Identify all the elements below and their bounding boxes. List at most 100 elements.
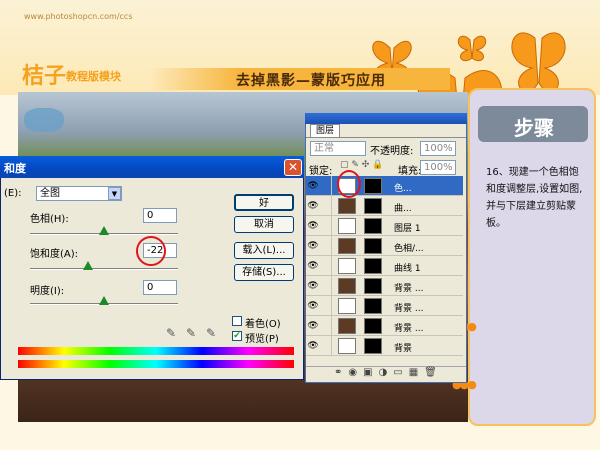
layer-name: 图层 1 bbox=[394, 224, 421, 234]
layer-name: 色... bbox=[394, 184, 412, 194]
link-cell[interactable] bbox=[320, 336, 332, 356]
layer-thumbnail bbox=[338, 278, 356, 294]
divider bbox=[306, 137, 466, 138]
link-cell[interactable] bbox=[320, 196, 332, 216]
saturation-slider-track[interactable] bbox=[30, 268, 178, 270]
layer-row[interactable]: 👁 色相/... bbox=[306, 236, 463, 256]
hue-input[interactable]: 0 bbox=[143, 208, 177, 223]
eye-icon[interactable]: 👁 bbox=[306, 196, 320, 216]
lock-icons[interactable]: ▢ ✎ ✣ 🔒 bbox=[340, 160, 383, 170]
annotation-circle bbox=[136, 236, 166, 266]
eyedropper-plus-icon[interactable]: ✎ bbox=[186, 326, 196, 340]
layer-mask-thumbnail bbox=[364, 218, 382, 234]
layer-row[interactable]: 👁 背景 ... bbox=[306, 296, 463, 316]
eye-icon[interactable]: 👁 bbox=[306, 176, 320, 196]
save-button[interactable]: 存储(S)... bbox=[234, 264, 294, 281]
layer-thumbnail bbox=[338, 298, 356, 314]
layer-name: 色相/... bbox=[394, 244, 424, 254]
fill-input[interactable]: 100% bbox=[420, 160, 456, 175]
eyedropper-minus-icon[interactable]: ✎ bbox=[206, 326, 216, 340]
layer-mask-thumbnail bbox=[364, 318, 382, 334]
lightness-input[interactable]: 0 bbox=[143, 280, 177, 295]
colorize-label: 着色(O) bbox=[245, 319, 281, 330]
layer-mask-thumbnail bbox=[364, 278, 382, 294]
edit-select[interactable]: 全图 ▼ bbox=[36, 186, 122, 201]
lightness-slider-thumb[interactable] bbox=[99, 296, 109, 305]
hue-slider-thumb[interactable] bbox=[99, 226, 109, 235]
preview-label: 预览(P) bbox=[245, 334, 279, 345]
hue-spectrum-bar bbox=[18, 347, 294, 355]
layer-mask-thumbnail bbox=[364, 338, 382, 354]
opacity-input[interactable]: 100% bbox=[420, 141, 456, 156]
step-description: 16、现建一个色相饱和度调整层,设置如图,并与下层建立剪贴蒙板。 bbox=[486, 167, 583, 229]
close-button[interactable]: ✕ bbox=[284, 159, 302, 176]
lock-label: 锁定: bbox=[309, 166, 333, 177]
ok-button[interactable]: 好 bbox=[234, 194, 294, 211]
layer-thumbnail bbox=[338, 198, 356, 214]
layer-thumbnail bbox=[338, 338, 356, 354]
page-title: 去掉黑影—蒙版巧应用 bbox=[236, 73, 386, 89]
link-cell[interactable] bbox=[320, 256, 332, 276]
colorize-checkbox[interactable] bbox=[232, 316, 242, 326]
step-title: 步骤 bbox=[514, 116, 554, 140]
blend-mode-select[interactable]: 正常 bbox=[310, 141, 366, 156]
eye-icon[interactable]: 👁 bbox=[306, 236, 320, 256]
lightness-label: 明度(I): bbox=[30, 286, 65, 297]
layer-mask-thumbnail bbox=[364, 178, 382, 194]
layer-row[interactable]: 👁 色... bbox=[306, 176, 463, 196]
link-cell[interactable] bbox=[320, 296, 332, 316]
layer-thumbnail bbox=[338, 318, 356, 334]
logo-subtitle: 教程版模块 bbox=[66, 70, 121, 83]
chevron-down-icon[interactable]: ▼ bbox=[108, 187, 121, 200]
layer-row[interactable]: 👁 背景 ... bbox=[306, 276, 463, 296]
eye-icon[interactable]: 👁 bbox=[306, 336, 320, 356]
eye-icon[interactable]: 👁 bbox=[306, 276, 320, 296]
layer-thumbnail bbox=[338, 258, 356, 274]
fill-label: 填充: bbox=[398, 166, 422, 177]
background-photo-water bbox=[24, 108, 64, 132]
eye-icon[interactable]: 👁 bbox=[306, 256, 320, 276]
layer-mask-thumbnail bbox=[364, 298, 382, 314]
site-url: www.photoshopcn.com/ccs bbox=[24, 12, 133, 21]
layer-row[interactable]: 👁 图层 1 bbox=[306, 216, 463, 236]
link-cell[interactable] bbox=[320, 236, 332, 256]
layer-thumbnail bbox=[338, 238, 356, 254]
link-cell[interactable] bbox=[320, 276, 332, 296]
layer-row[interactable]: 👁 曲... bbox=[306, 196, 463, 216]
annotation-circle bbox=[337, 170, 361, 198]
layer-row[interactable]: 👁 背景 bbox=[306, 336, 463, 356]
link-cell[interactable] bbox=[320, 176, 332, 196]
adjusted-spectrum-bar bbox=[18, 360, 294, 368]
layer-thumbnail bbox=[338, 218, 356, 234]
layer-mask-thumbnail bbox=[364, 238, 382, 254]
layer-name: 背景 ... bbox=[394, 324, 424, 334]
eye-icon[interactable]: 👁 bbox=[306, 216, 320, 236]
layer-row[interactable]: 👁 背景 ... bbox=[306, 316, 463, 336]
eye-icon[interactable]: 👁 bbox=[306, 316, 320, 336]
layer-name: 曲线 1 bbox=[394, 264, 421, 274]
opacity-label: 不透明度: bbox=[370, 146, 414, 157]
layer-name: 背景 ... bbox=[394, 304, 424, 314]
eyedropper-icon[interactable]: ✎ bbox=[166, 326, 176, 340]
edit-label: (E): bbox=[4, 188, 22, 199]
layer-mask-thumbnail bbox=[364, 258, 382, 274]
link-cell[interactable] bbox=[320, 216, 332, 236]
edit-select-value: 全图 bbox=[40, 188, 60, 199]
tab-layers[interactable]: 图层 bbox=[310, 124, 340, 137]
preview-checkbox[interactable]: ✔ bbox=[232, 331, 242, 341]
logo: 桔子 bbox=[22, 64, 67, 89]
hue-label: 色相(H): bbox=[30, 214, 69, 225]
cancel-button[interactable]: 取消 bbox=[234, 216, 294, 233]
layers-titlebar[interactable] bbox=[305, 113, 467, 124]
saturation-slider-thumb[interactable] bbox=[82, 261, 93, 270]
saturation-label: 饱和度(A): bbox=[30, 249, 79, 260]
load-button[interactable]: 载入(L)... bbox=[234, 242, 294, 259]
link-cell[interactable] bbox=[320, 316, 332, 336]
layer-row[interactable]: 👁 曲线 1 bbox=[306, 256, 463, 276]
dialog-title: 和度 bbox=[4, 162, 26, 175]
eye-icon[interactable]: 👁 bbox=[306, 296, 320, 316]
layers-toolbar[interactable]: ⚭◉▣◑▭▦🗑 bbox=[306, 366, 466, 382]
dialog-titlebar[interactable] bbox=[0, 156, 304, 178]
layer-name: 背景 ... bbox=[394, 284, 424, 294]
layer-name: 背景 bbox=[394, 344, 413, 354]
